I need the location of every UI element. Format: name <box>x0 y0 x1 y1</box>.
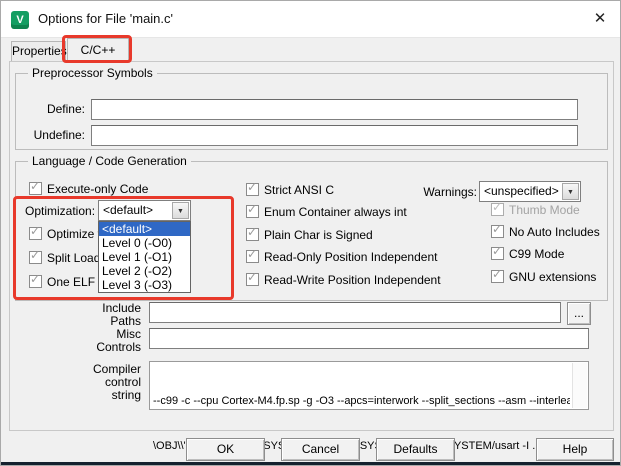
defaults-button[interactable]: Defaults <box>376 438 455 461</box>
compiler-string-line1: --c99 -c --cpu Cortex-M4.fp.sp -g -O3 --… <box>153 394 570 409</box>
c99-mode-checkbox[interactable]: ✓ <box>491 247 504 260</box>
misc-controls-label: Misc Controls <box>61 328 141 354</box>
execute-only-code-label: Execute-only Code <box>47 182 148 196</box>
undefine-input[interactable] <box>91 125 578 146</box>
cancel-button[interactable]: Cancel <box>281 438 360 461</box>
check-icon: ✓ <box>492 223 502 236</box>
misc-controls-label-line2: Controls <box>61 341 141 354</box>
check-icon: ✓ <box>247 181 257 194</box>
warnings-label: Warnings: <box>421 186 477 199</box>
optimize-for-time-label: Optimize f <box>47 227 101 241</box>
compiler-control-string-label: Compiler control string <box>61 363 141 402</box>
thumb-mode-checkbox: ✓ <box>491 203 504 216</box>
title-bar: V Options for File 'main.c' ✕ <box>1 1 620 38</box>
misc-controls-input[interactable] <box>149 328 589 349</box>
check-icon: ✓ <box>30 273 40 286</box>
include-paths-input[interactable] <box>149 302 561 323</box>
check-icon: ✓ <box>30 225 40 238</box>
check-icon: ✓ <box>30 249 40 262</box>
read-only-pi-label: Read-Only Position Independent <box>264 250 437 264</box>
check-icon: ✓ <box>30 180 40 193</box>
one-elf-section-checkbox[interactable]: ✓ <box>29 275 42 288</box>
thumb-mode-label: Thumb Mode <box>509 203 580 217</box>
ok-button[interactable]: OK <box>186 438 265 461</box>
read-write-pi-label: Read-Write Position Independent <box>264 273 441 287</box>
compiler-string-scrollbar[interactable] <box>572 363 587 408</box>
dropdown-option-default[interactable]: <default> <box>99 222 190 236</box>
read-only-pi-checkbox[interactable]: ✓ <box>246 250 259 263</box>
warnings-value: <unspecified> <box>484 184 559 198</box>
compiler-label-line3: string <box>61 389 141 402</box>
compiler-control-string-box[interactable]: --c99 -c --cpu Cortex-M4.fp.sp -g -O3 --… <box>149 361 589 410</box>
include-paths-browse-button[interactable]: ... <box>567 302 591 325</box>
c99-mode-label: C99 Mode <box>509 247 564 261</box>
close-icon[interactable]: ✕ <box>590 9 610 29</box>
screen-edge <box>1 462 621 466</box>
read-write-pi-checkbox[interactable]: ✓ <box>246 273 259 286</box>
check-icon: ✓ <box>492 245 502 258</box>
dropdown-option-level0[interactable]: Level 0 (-O0) <box>99 236 190 250</box>
check-icon: ✓ <box>492 268 502 281</box>
combo-arrow-icon[interactable]: ▼ <box>172 202 189 219</box>
enum-container-checkbox[interactable]: ✓ <box>246 205 259 218</box>
optimize-for-time-checkbox[interactable]: ✓ <box>29 227 42 240</box>
help-button[interactable]: Help <box>536 438 614 461</box>
strict-ansi-c-checkbox[interactable]: ✓ <box>246 183 259 196</box>
plain-char-signed-checkbox[interactable]: ✓ <box>246 228 259 241</box>
undefine-label: Undefine: <box>21 129 85 142</box>
optimization-dropdown-list: <default> Level 0 (-O0) Level 1 (-O1) Le… <box>98 221 191 293</box>
check-icon: ✓ <box>247 203 257 216</box>
check-icon: ✓ <box>247 248 257 261</box>
warnings-combobox[interactable]: <unspecified> ▼ <box>479 181 581 202</box>
split-load-store-checkbox[interactable]: ✓ <box>29 251 42 264</box>
check-icon: ✓ <box>247 226 257 239</box>
options-dialog: V Options for File 'main.c' ✕ Properties… <box>0 0 621 466</box>
no-auto-includes-label: No Auto Includes <box>509 225 600 239</box>
check-icon: ✓ <box>247 271 257 284</box>
dialog-title: Options for File 'main.c' <box>38 11 173 26</box>
language-group-title: Language / Code Generation <box>28 154 191 168</box>
keil-uvision-logo-icon: V <box>11 11 29 29</box>
optimization-combobox[interactable]: <default> ▼ <box>98 200 191 221</box>
enum-container-label: Enum Container always int <box>264 205 407 219</box>
one-elf-section-label: One ELF <box>47 275 95 289</box>
tab-c-cpp[interactable]: C/C++ <box>67 38 129 62</box>
dropdown-option-level2[interactable]: Level 2 (-O2) <box>99 264 190 278</box>
preprocessor-group-title: Preprocessor Symbols <box>28 66 157 80</box>
plain-char-signed-label: Plain Char is Signed <box>264 228 373 242</box>
define-label: Define: <box>21 103 85 116</box>
no-auto-includes-checkbox[interactable]: ✓ <box>491 225 504 238</box>
define-input[interactable] <box>91 99 578 120</box>
execute-only-code-checkbox[interactable]: ✓ <box>29 182 42 195</box>
include-paths-label: Include Paths <box>61 302 141 328</box>
strict-ansi-c-label: Strict ANSI C <box>264 183 334 197</box>
optimization-label: Optimization: <box>25 205 95 218</box>
dropdown-option-level1[interactable]: Level 1 (-O1) <box>99 250 190 264</box>
combo-arrow-icon[interactable]: ▼ <box>562 183 579 200</box>
check-icon: ✓ <box>492 201 502 214</box>
gnu-extensions-label: GNU extensions <box>509 270 596 284</box>
split-load-store-label: Split Load <box>47 251 100 265</box>
tab-properties[interactable]: Properties <box>11 41 66 61</box>
gnu-extensions-checkbox[interactable]: ✓ <box>491 270 504 283</box>
dropdown-option-level3[interactable]: Level 3 (-O3) <box>99 278 190 292</box>
optimization-value: <default> <box>103 203 153 217</box>
